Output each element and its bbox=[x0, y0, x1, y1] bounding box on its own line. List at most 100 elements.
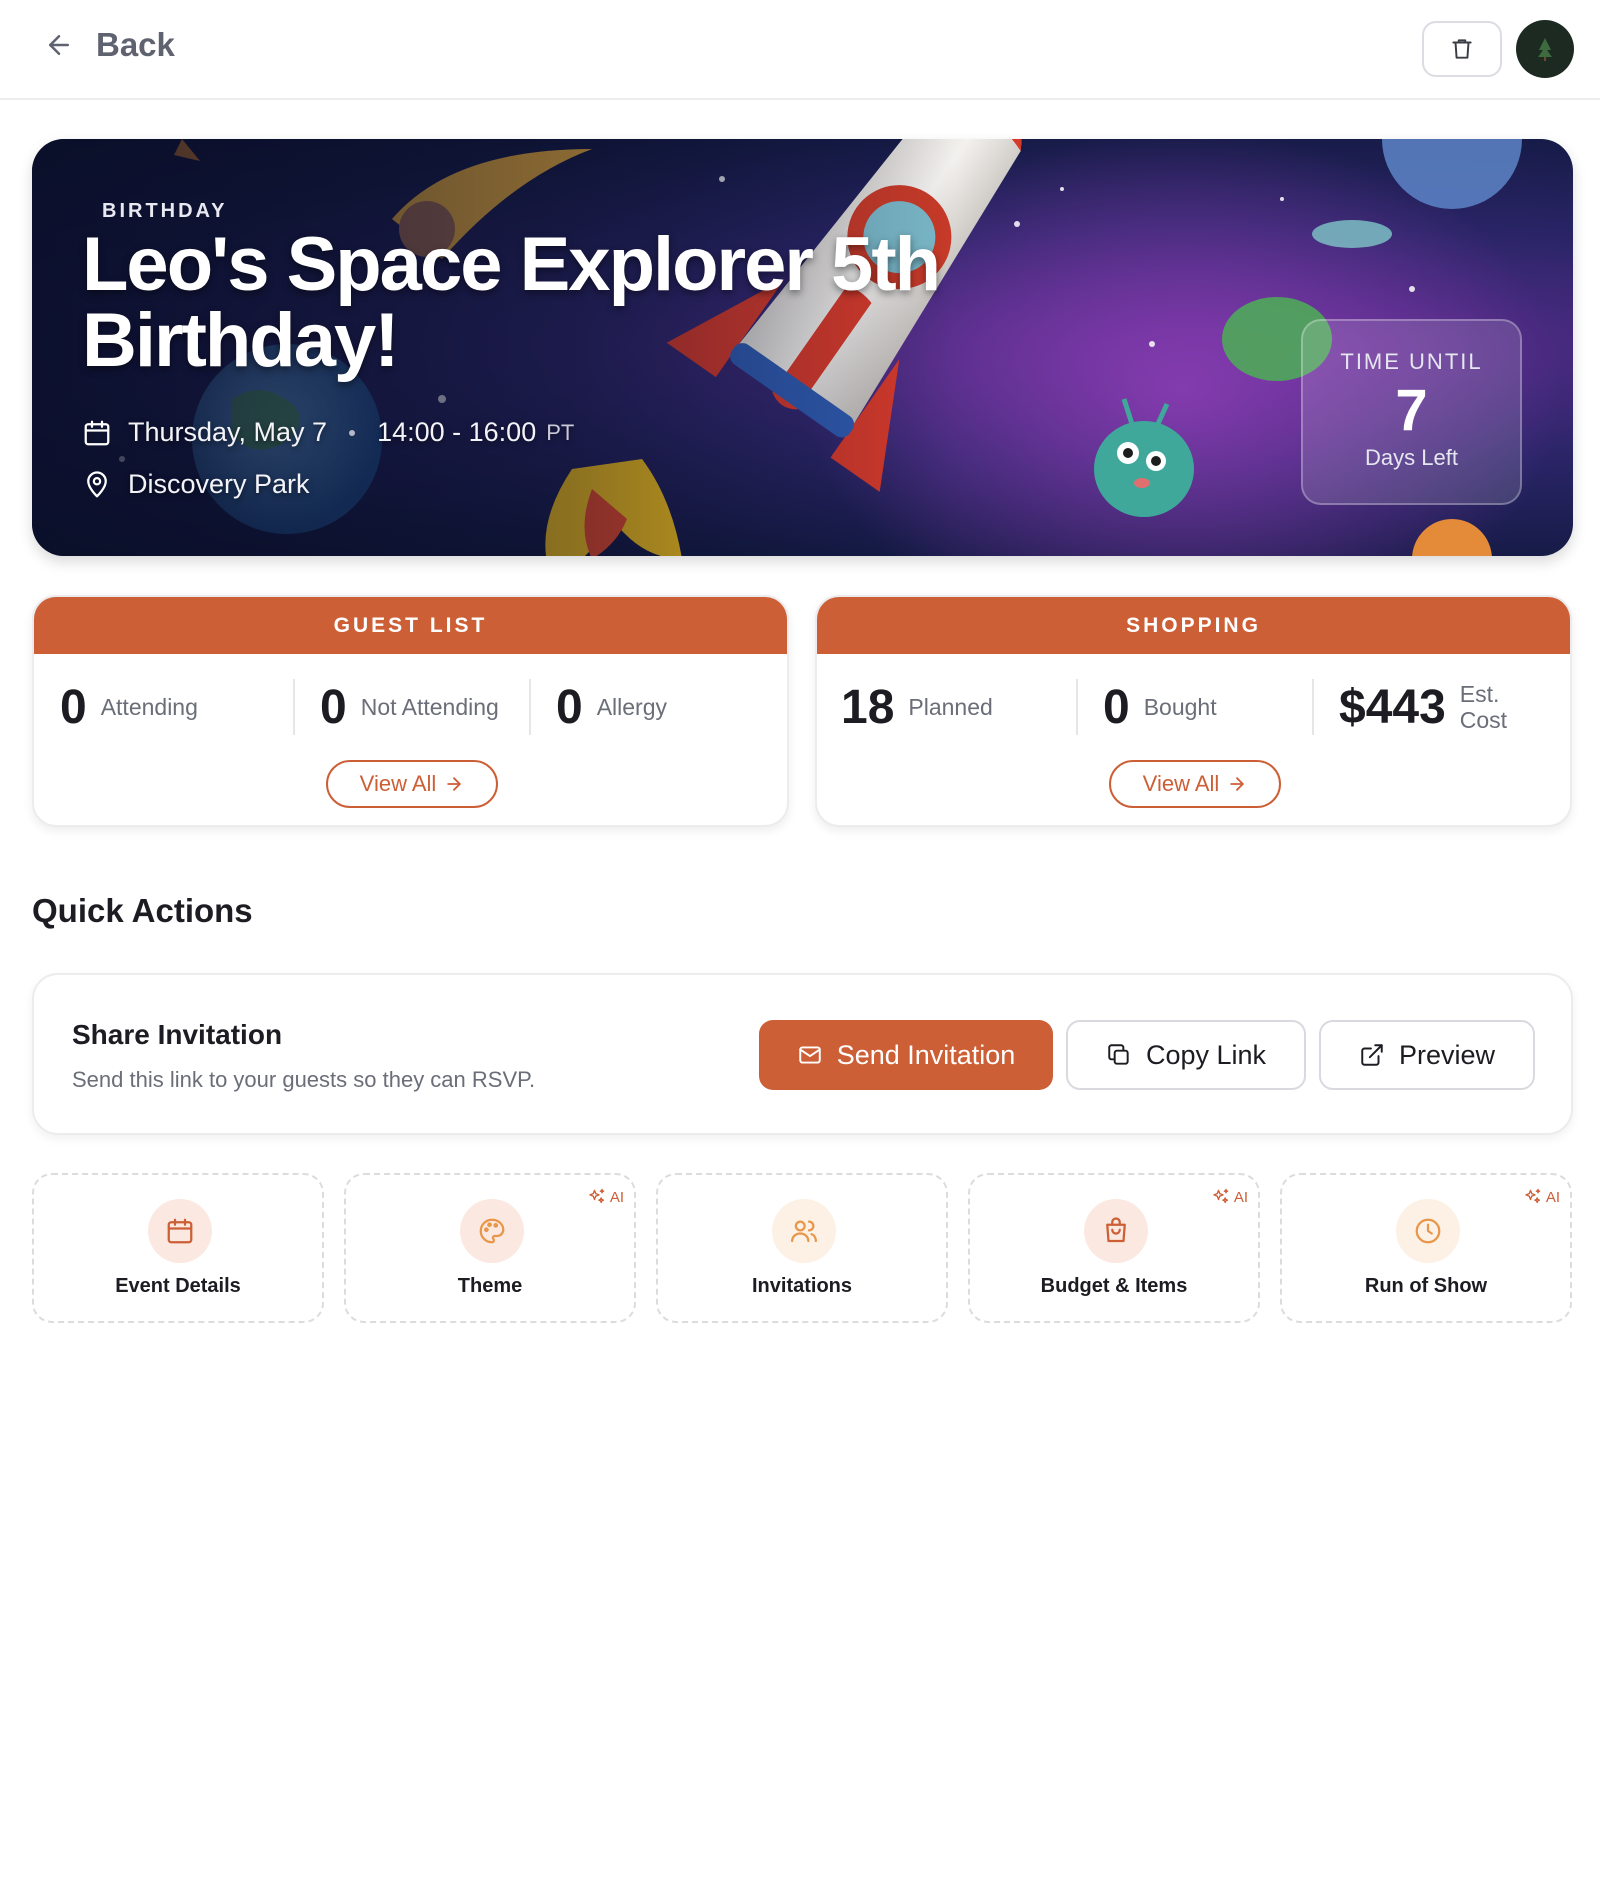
tile-icon-wrap bbox=[772, 1199, 836, 1263]
separator-dot bbox=[349, 429, 356, 436]
share-description: Send this link to your guests so they ca… bbox=[72, 1067, 536, 1092]
copy-link-label: Copy Link bbox=[1145, 1039, 1267, 1070]
guest-view-all-button[interactable]: View All bbox=[326, 760, 498, 808]
arrow-right-icon bbox=[1230, 777, 1245, 791]
tile-label: Event Details bbox=[115, 1275, 241, 1297]
ai-badge-label: AI bbox=[1233, 1188, 1248, 1206]
share-title: Share Invitation bbox=[72, 1019, 283, 1050]
share-invitation-panel: Share Invitation Send this link to your … bbox=[32, 973, 1573, 1135]
palette-icon bbox=[479, 1218, 505, 1244]
stat-bought: 0 Bought bbox=[1103, 677, 1217, 737]
stat-label: Planned bbox=[908, 693, 993, 720]
countdown-value: 7 bbox=[1395, 378, 1428, 443]
guest-list-header: GUEST LIST bbox=[34, 597, 787, 654]
tile-icon-wrap bbox=[1396, 1199, 1460, 1263]
calendar-icon bbox=[167, 1218, 193, 1244]
clock-icon bbox=[1415, 1218, 1441, 1244]
ai-badge: AI bbox=[1523, 1187, 1560, 1207]
stat-planned: 18 Planned bbox=[841, 677, 993, 737]
arrow-right-icon bbox=[447, 777, 462, 791]
shopping-view-all-button[interactable]: View All bbox=[1109, 760, 1281, 808]
tile-run-of-show[interactable]: AI Run of Show bbox=[1280, 1173, 1572, 1323]
event-date: Thursday, May 7 bbox=[128, 417, 328, 447]
tile-label: Invitations bbox=[751, 1275, 852, 1297]
sparkles-icon bbox=[589, 1188, 605, 1204]
stat-value: 0 bbox=[1103, 680, 1130, 734]
event-category: BIRTHDAY bbox=[102, 200, 228, 222]
view-all-label: View All bbox=[359, 771, 437, 796]
quick-actions-title: Quick Actions bbox=[32, 892, 253, 929]
ai-badge: AI bbox=[1211, 1187, 1248, 1207]
divider bbox=[1076, 679, 1078, 735]
tree-icon bbox=[1538, 38, 1552, 61]
stat-label: Attending bbox=[100, 693, 198, 720]
stat-label: Allergy bbox=[596, 693, 668, 720]
stat-label-line: Cost bbox=[1459, 707, 1508, 733]
stat-value: 18 bbox=[841, 680, 895, 734]
event-hero-banner: BIRTHDAY Leo's Space Explorer 5th Birthd… bbox=[32, 139, 1573, 556]
stat-attending: 0 Attending bbox=[60, 677, 198, 737]
stat-label: Not Attending bbox=[360, 693, 499, 720]
send-invitation-button[interactable]: Send Invitation bbox=[759, 1020, 1053, 1090]
sparkles-icon bbox=[1213, 1188, 1229, 1204]
shopping-card: SHOPPING 18 Planned 0 Bought $443 Est. C… bbox=[815, 595, 1572, 827]
tile-label: Budget & Items bbox=[1040, 1275, 1188, 1297]
send-invitation-label: Send Invitation bbox=[836, 1039, 1016, 1070]
avatar[interactable] bbox=[1516, 20, 1574, 78]
guest-stats: 0 Attending 0 Not Attending 0 Allergy bbox=[34, 677, 787, 737]
sparkles-icon bbox=[1525, 1188, 1541, 1204]
tile-theme[interactable]: AI Theme bbox=[344, 1173, 636, 1323]
tile-icon-wrap bbox=[460, 1199, 524, 1263]
back-button[interactable]: Back bbox=[44, 26, 175, 64]
stat-value: 0 bbox=[556, 680, 583, 734]
divider bbox=[1312, 679, 1314, 735]
event-title: Leo's Space Explorer 5th Birthday! bbox=[82, 222, 941, 383]
stat-value: 0 bbox=[60, 680, 87, 734]
mail-icon bbox=[798, 1046, 821, 1064]
back-label: Back bbox=[96, 26, 175, 63]
ai-badge: AI bbox=[587, 1187, 624, 1207]
shopping-stats: 18 Planned 0 Bought $443 Est. Cost bbox=[817, 677, 1570, 737]
quick-action-tiles: Event Details AI Theme Invitations AI Bu… bbox=[32, 1173, 1573, 1323]
tile-icon-wrap bbox=[1084, 1199, 1148, 1263]
tile-invitations[interactable]: Invitations bbox=[656, 1173, 948, 1323]
divider bbox=[293, 679, 295, 735]
event-location-name: Discovery Park bbox=[128, 469, 310, 499]
stat-label-line: Est. bbox=[1459, 681, 1500, 707]
ai-badge-label: AI bbox=[1545, 1188, 1560, 1206]
event-datetime: Thursday, May 7 14:00 - 16:00 PT bbox=[82, 417, 574, 448]
event-time: 14:00 - 16:00 bbox=[377, 417, 537, 447]
delete-button[interactable] bbox=[1422, 21, 1502, 77]
tile-budget-items[interactable]: AI Budget & Items bbox=[968, 1173, 1260, 1323]
stat-value: $443 bbox=[1339, 680, 1446, 734]
view-all-label: View All bbox=[1142, 771, 1220, 796]
stat-est-cost: $443 Est. Cost bbox=[1339, 677, 1507, 737]
countdown-box: TIME UNTIL 7 Days Left bbox=[1301, 319, 1522, 505]
stat-value: 0 bbox=[320, 680, 347, 734]
divider bbox=[529, 679, 531, 735]
trash-icon bbox=[1452, 39, 1472, 59]
external-link-icon bbox=[1361, 1044, 1383, 1066]
event-location: Discovery Park bbox=[82, 469, 310, 500]
users-icon bbox=[791, 1220, 817, 1243]
top-bar: Back bbox=[0, 0, 1600, 100]
tile-label: Theme bbox=[457, 1275, 523, 1297]
stat-not-attending: 0 Not Attending bbox=[320, 677, 499, 737]
tile-label: Run of Show bbox=[1364, 1275, 1488, 1297]
copy-icon bbox=[1108, 1044, 1129, 1065]
preview-button[interactable]: Preview bbox=[1319, 1020, 1535, 1090]
stat-label: Est. Cost bbox=[1460, 681, 1507, 733]
tile-event-details[interactable]: Event Details bbox=[32, 1173, 324, 1323]
guest-list-card: GUEST LIST 0 Attending 0 Not Attending 0… bbox=[32, 595, 789, 827]
tile-icon-wrap bbox=[148, 1199, 212, 1263]
event-timezone: PT bbox=[546, 419, 575, 445]
calendar-icon bbox=[84, 420, 110, 445]
shopping-header: SHOPPING bbox=[817, 597, 1570, 654]
preview-label: Preview bbox=[1398, 1039, 1496, 1070]
stat-label: Bought bbox=[1143, 693, 1217, 720]
ai-badge-label: AI bbox=[609, 1188, 624, 1206]
copy-link-button[interactable]: Copy Link bbox=[1066, 1020, 1306, 1090]
shopping-bag-icon bbox=[1106, 1217, 1126, 1243]
countdown-label: TIME UNTIL bbox=[1340, 349, 1483, 374]
map-pin-icon bbox=[87, 470, 107, 497]
